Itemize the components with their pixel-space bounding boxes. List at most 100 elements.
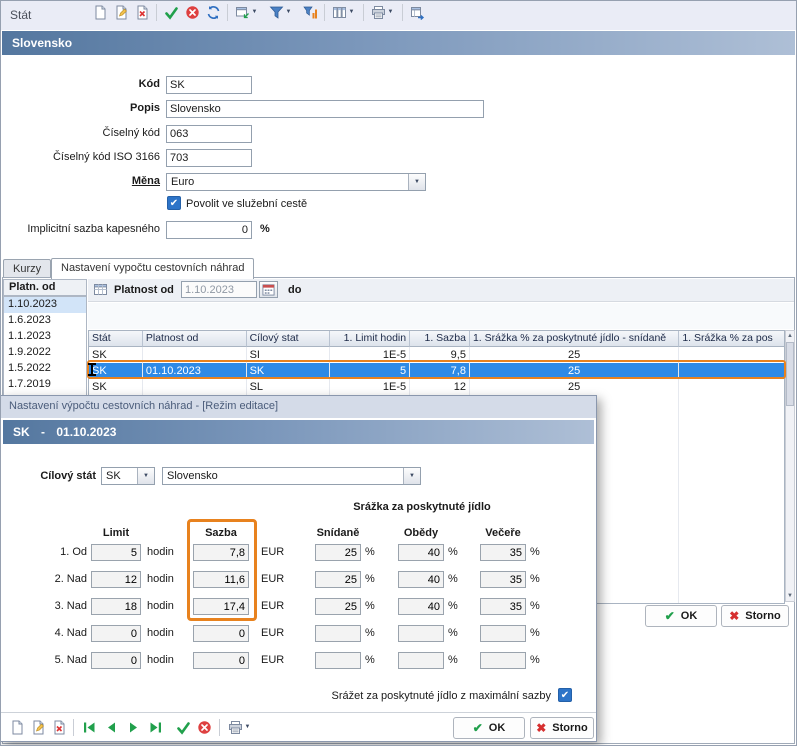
list-item[interactable]: 1.6.2023 — [4, 313, 86, 329]
first-record-button[interactable] — [79, 717, 99, 737]
sazba-field[interactable] — [193, 544, 249, 561]
filter-button[interactable]: ▼ — [266, 2, 296, 22]
dialog-storno-button[interactable]: ✖ Storno — [530, 717, 594, 739]
delete-button[interactable] — [49, 717, 69, 737]
delete-button[interactable] — [132, 2, 152, 22]
limit-field[interactable] — [91, 544, 141, 561]
copy-button[interactable] — [28, 717, 48, 737]
table-row[interactable]: SK SI 1E-5 9,5 25 — [89, 347, 784, 363]
column-header[interactable]: 1. Limit hodin — [330, 331, 410, 347]
new-button[interactable] — [90, 2, 110, 22]
column-header[interactable]: Cílový stat — [247, 331, 331, 347]
kod-field[interactable] — [166, 76, 252, 94]
export-button[interactable] — [407, 2, 427, 22]
obedy-field[interactable] — [398, 598, 444, 615]
snidane-field[interactable] — [315, 598, 361, 615]
storno-button[interactable]: ✖ Storno — [721, 605, 789, 627]
grid-icon — [93, 282, 108, 300]
cell-cilovy: SK — [247, 363, 331, 379]
vecere-field[interactable] — [480, 544, 526, 561]
chevron-down-icon[interactable]: ▼ — [137, 468, 154, 484]
povolit-checkbox[interactable]: ✔ — [167, 196, 181, 210]
new-button[interactable] — [7, 717, 27, 737]
list-item[interactable]: 1.7.2019 — [4, 377, 86, 393]
tab-kurzy[interactable]: Kurzy — [3, 259, 51, 278]
calendar-button[interactable] — [259, 281, 278, 298]
column-header[interactable]: 1. Sazba — [410, 331, 470, 347]
obedy-field[interactable] — [398, 571, 444, 588]
columns-button[interactable]: ▼ — [329, 2, 359, 22]
limit-field[interactable] — [91, 652, 141, 669]
dialog-header-date: 01.10.2023 — [56, 425, 116, 439]
tab-nastaveni[interactable]: Nastavení vypočtu cestovních náhrad — [51, 258, 254, 279]
cell-platnost: 01.10.2023 — [143, 363, 247, 379]
last-record-button[interactable] — [145, 717, 165, 737]
print-button[interactable]: ▼ — [368, 2, 398, 22]
scrollbar-thumb[interactable] — [786, 342, 794, 406]
dialog-ok-button[interactable]: ✔ OK — [453, 717, 525, 739]
percent-unit: % — [448, 627, 458, 639]
snidane-field[interactable] — [315, 544, 361, 561]
list-item[interactable]: 1.5.2022 — [4, 361, 86, 377]
snidane-field[interactable] — [315, 652, 361, 669]
edit-button[interactable] — [111, 2, 131, 22]
obedy-field[interactable] — [398, 625, 444, 642]
cancel-button[interactable] — [194, 717, 214, 737]
lookup-button[interactable]: ▼ — [232, 2, 262, 22]
sazba-field[interactable] — [193, 652, 249, 669]
sazba-field[interactable] — [193, 625, 249, 642]
print-button[interactable]: ▼ — [225, 717, 255, 737]
column-header[interactable]: Stát — [89, 331, 143, 347]
platnost-od-label: Platnost od — [114, 284, 174, 296]
snidane-field[interactable] — [315, 625, 361, 642]
printer-icon — [371, 5, 386, 20]
vecere-field[interactable] — [480, 625, 526, 642]
sazba-field[interactable] — [193, 571, 249, 588]
chevron-down-icon[interactable]: ▼ — [408, 174, 425, 190]
chevron-down-icon[interactable]: ▼ — [403, 468, 420, 484]
obedy-field[interactable] — [398, 652, 444, 669]
list-item[interactable]: 1.10.2023 — [4, 297, 86, 313]
iso-kod-field[interactable] — [166, 149, 252, 167]
list-item[interactable]: 1.9.2022 — [4, 345, 86, 361]
hodin-unit: hodin — [147, 573, 174, 585]
vecere-field[interactable] — [480, 571, 526, 588]
dialog-header-separator: - — [41, 425, 45, 439]
previous-record-button[interactable] — [101, 717, 121, 737]
confirm-button[interactable] — [173, 717, 193, 737]
vecere-field[interactable] — [480, 652, 526, 669]
kapesne-field[interactable] — [166, 221, 252, 239]
table-row-selected[interactable]: SK 01.10.2023 SK 5 7,8 25 — [89, 363, 784, 379]
confirm-button[interactable] — [161, 2, 181, 22]
limit-field[interactable] — [91, 625, 141, 642]
cell-platnost — [143, 379, 247, 395]
mena-select[interactable]: Euro ▼ — [166, 173, 426, 191]
srazet-checkbox[interactable]: ✔ — [558, 688, 572, 702]
scroll-down-icon[interactable]: ▼ — [786, 591, 794, 601]
ciselny-kod-field[interactable] — [166, 125, 252, 143]
do-label: do — [288, 284, 301, 296]
limit-field[interactable] — [91, 571, 141, 588]
cilovy-stat-code-select[interactable]: SK ▼ — [101, 467, 155, 485]
scroll-up-icon[interactable]: ▲ — [786, 331, 794, 341]
edit-page-icon — [114, 5, 129, 20]
column-header[interactable]: Platnost od — [143, 331, 247, 347]
list-item[interactable]: 1.1.2023 — [4, 329, 86, 345]
column-header[interactable]: 1. Srážka % za pos — [679, 331, 784, 347]
filter-graph-button[interactable] — [300, 2, 320, 22]
snidane-field[interactable] — [315, 571, 361, 588]
sazba-field[interactable] — [193, 598, 249, 615]
next-record-button[interactable] — [123, 717, 143, 737]
limit-field[interactable] — [91, 598, 141, 615]
column-header[interactable]: 1. Srážka % za poskytnuté jídlo - snídan… — [470, 331, 679, 347]
vecere-field[interactable] — [480, 598, 526, 615]
obedy-field[interactable] — [398, 544, 444, 561]
popis-field[interactable] — [166, 100, 484, 118]
grid-scrollbar[interactable]: ▲ ▼ — [785, 330, 795, 602]
cilovy-stat-name-select[interactable]: Slovensko ▼ — [162, 467, 421, 485]
table-row[interactable]: SK SL 1E-5 12 25 — [89, 379, 784, 395]
refresh-button[interactable] — [203, 2, 223, 22]
cancel-button[interactable] — [182, 2, 202, 22]
ok-button[interactable]: ✔ OK — [645, 605, 717, 627]
platnost-od-field[interactable] — [181, 281, 257, 298]
